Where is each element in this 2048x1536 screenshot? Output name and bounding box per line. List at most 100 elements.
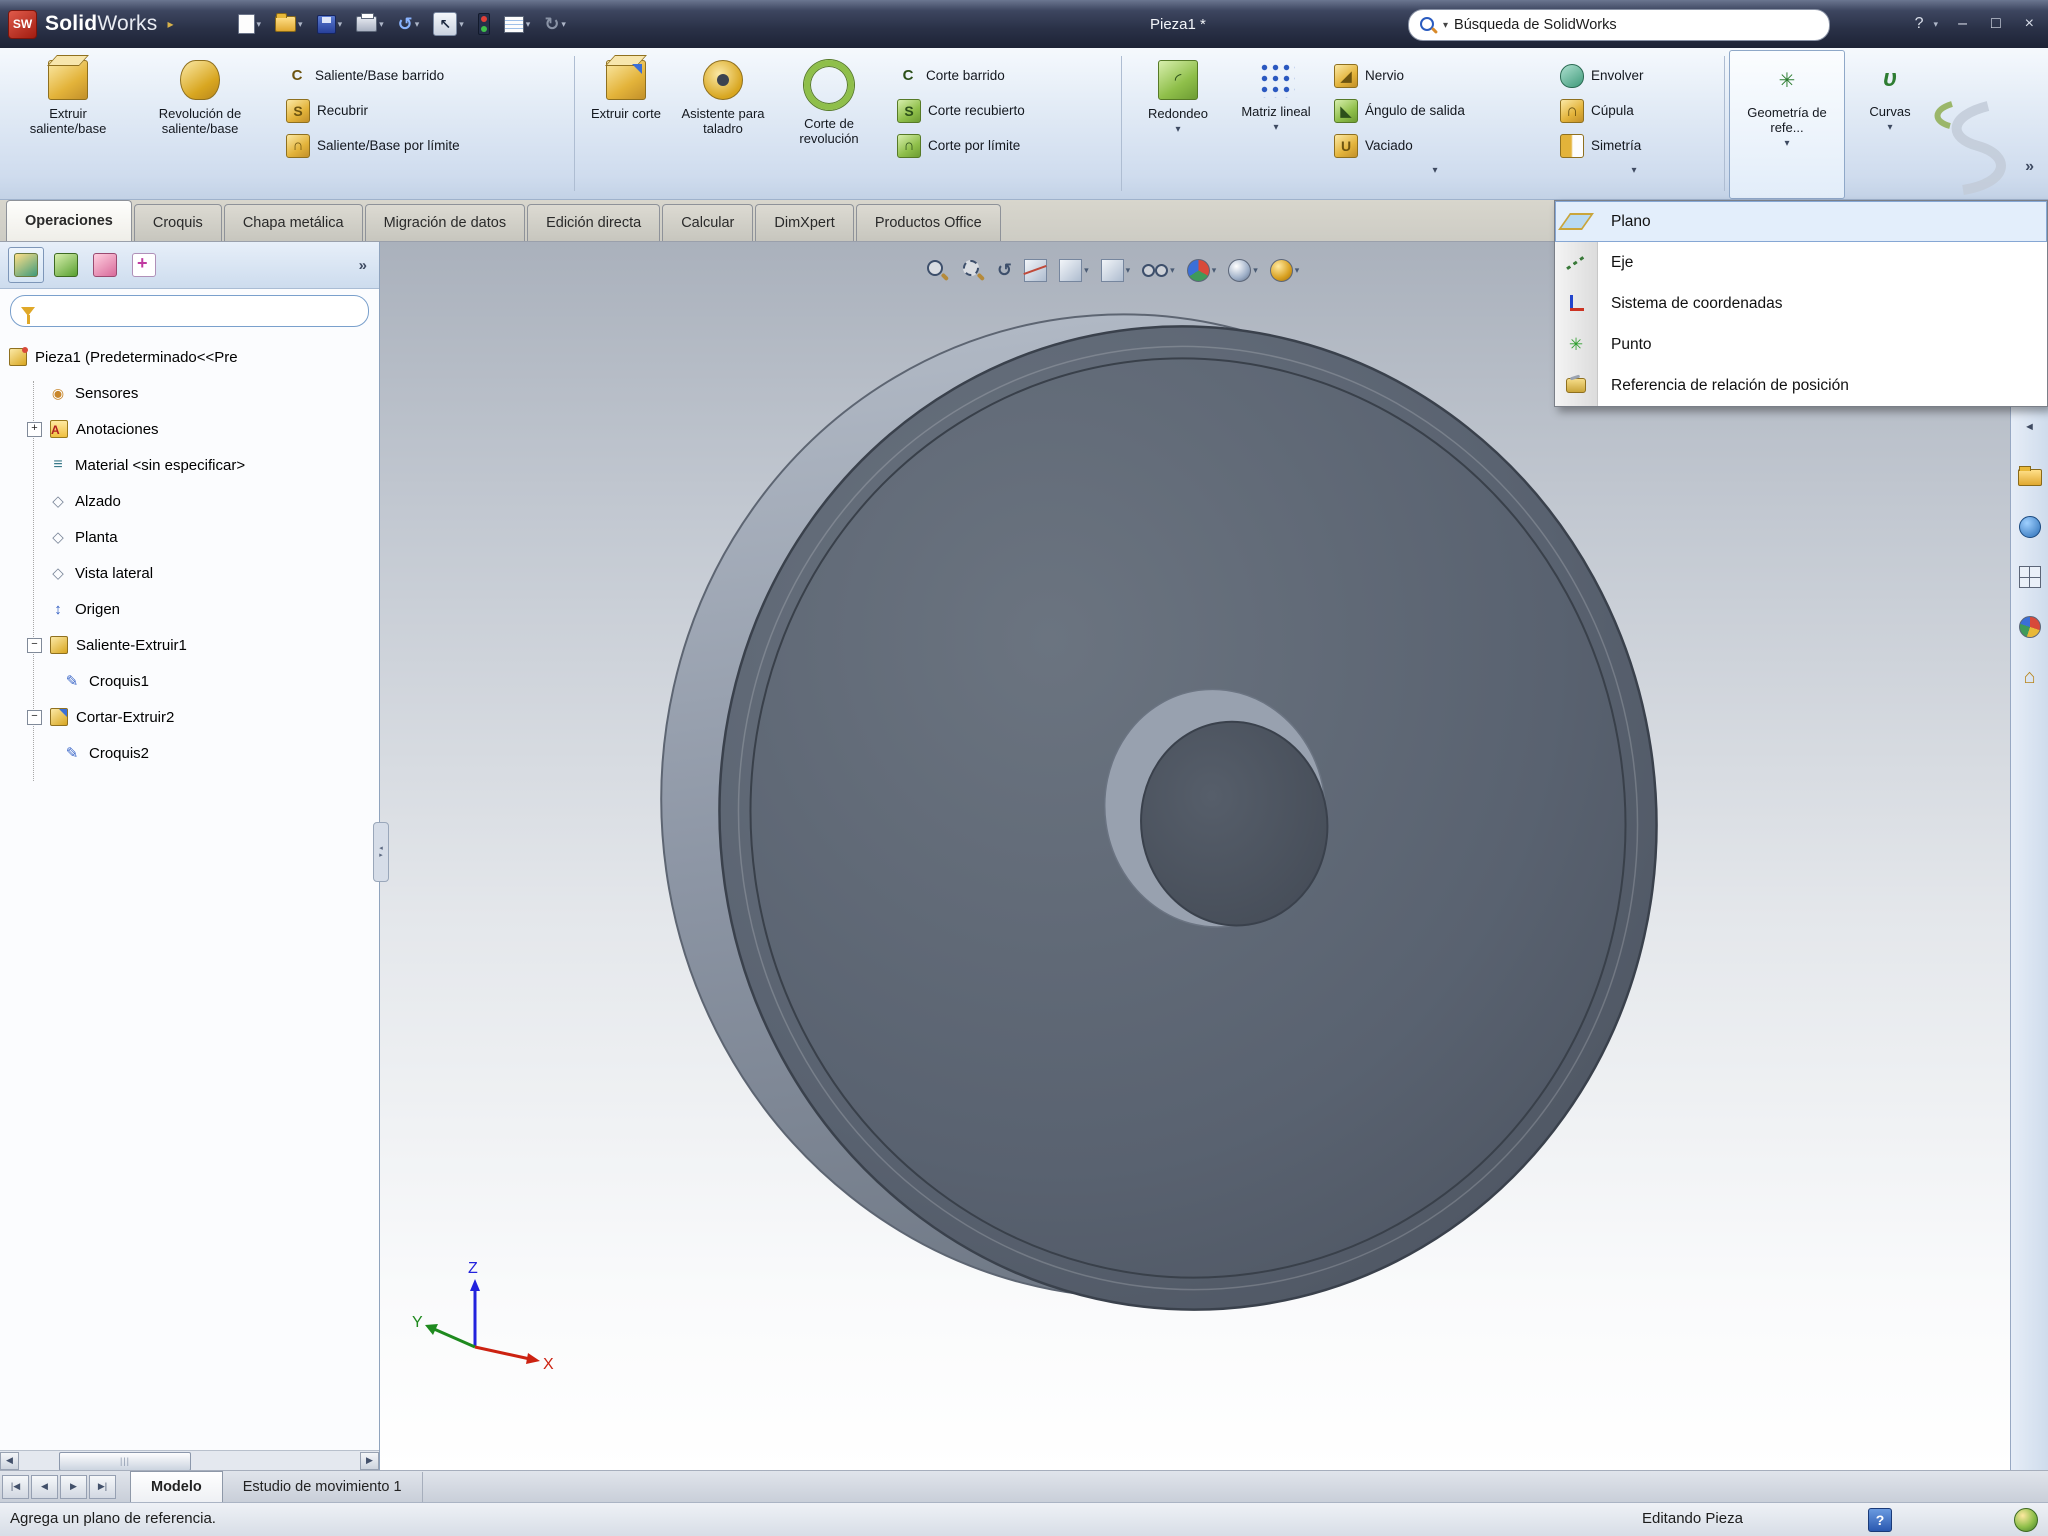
fillet-button[interactable]: Redondeo ▾ [1126, 48, 1230, 199]
mirror-button[interactable]: Simetría [1548, 128, 1641, 163]
design-library-button[interactable] [2015, 462, 2045, 492]
chevron-down-icon[interactable]: ▾ [1631, 165, 1636, 176]
boundary-boss-button[interactable]: Saliente/Base por límite [274, 128, 460, 163]
open-button[interactable]: ▾ [271, 13, 307, 35]
print-button[interactable]: ▾ [352, 13, 388, 35]
tree-item-part[interactable]: Pieza1 (Predeterminado<<Pre [0, 339, 379, 375]
tree-item-origen[interactable]: Origen [0, 591, 379, 627]
tab-operaciones[interactable]: Operaciones [6, 200, 132, 241]
chevron-down-icon[interactable]: ▾ [379, 19, 384, 30]
property-manager-tab-button[interactable] [49, 248, 83, 282]
tab-chapa-metalica[interactable]: Chapa metálica [224, 204, 363, 241]
task-pane-expand-button[interactable] [2015, 412, 2045, 442]
section-view-button[interactable] [1024, 259, 1047, 282]
restore-button[interactable]: □ [1987, 13, 2005, 35]
revolve-boss-button[interactable]: Revolución de saliente/base [126, 48, 274, 199]
menu-item-sistema-de-coordenadas[interactable]: Sistema de coordenadas [1555, 283, 2047, 324]
chevron-down-icon[interactable]: ▾ [338, 19, 343, 30]
hole-wizard-button[interactable]: Asistente para taladro [673, 48, 773, 199]
file-explorer-button[interactable] [2015, 512, 2045, 542]
previous-tab-button[interactable]: ◀ [31, 1475, 58, 1499]
scroll-right-button[interactable]: ▶ [360, 1452, 379, 1470]
chevron-down-icon[interactable]: ▾ [1887, 122, 1892, 133]
configuration-manager-tab-button[interactable] [88, 248, 122, 282]
panel-collapse-handle[interactable]: ◂▸ [373, 822, 389, 882]
tree-item-saliente-extruir1[interactable]: Saliente-Extruir1 [0, 627, 379, 663]
tab-migracion-de-datos[interactable]: Migración de datos [365, 204, 526, 241]
collapse-minus-icon[interactable] [27, 710, 42, 725]
menu-item-punto[interactable]: Punto [1555, 324, 2047, 365]
dimxpert-manager-tab-button[interactable] [127, 248, 161, 282]
tab-calcular[interactable]: Calcular [662, 204, 753, 241]
scrollbar-thumb[interactable]: ||| [59, 1452, 191, 1471]
zoom-area-button[interactable] [961, 258, 985, 282]
tree-item-planta[interactable]: Planta [0, 519, 379, 555]
chevron-down-icon[interactable]: ▾ [1212, 265, 1217, 276]
tree-item-alzado[interactable]: Alzado [0, 483, 379, 519]
apply-scene-button[interactable]: ▾ [1228, 259, 1258, 282]
ribbon-overflow-button[interactable]: » [2025, 158, 2034, 176]
save-button[interactable]: ▾ [313, 12, 347, 37]
first-tab-button[interactable]: |◀ [2, 1475, 29, 1499]
chevron-down-icon[interactable]: ▾ [1170, 265, 1175, 276]
properties-button[interactable]: ▾ [500, 13, 535, 36]
loft-cut-button[interactable]: Corte recubierto [885, 93, 1025, 128]
swept-boss-button[interactable]: Saliente/Base barrido [274, 58, 444, 93]
display-style-button[interactable]: ▾ [1101, 259, 1131, 282]
tree-item-sensores[interactable]: Sensores [0, 375, 379, 411]
previous-view-button[interactable]: ↺ [997, 260, 1012, 281]
hide-show-items-button[interactable]: ▾ [1142, 262, 1175, 278]
tab-croquis[interactable]: Croquis [134, 204, 222, 241]
view-orientation-button[interactable]: ▾ [1059, 259, 1089, 282]
custom-properties-button[interactable] [2015, 662, 2045, 692]
appearances-pane-button[interactable] [2015, 612, 2045, 642]
tree-horizontal-scrollbar[interactable]: ◀ ||| ▶ [0, 1450, 379, 1470]
graphics-viewport[interactable]: ↺ ▾ ▾ ▾ ▾ ▾ ▾ Z Y [380, 242, 2010, 1470]
draft-button[interactable]: Ángulo de salida [1322, 93, 1465, 128]
linear-pattern-button[interactable]: Matriz lineal ▾ [1230, 48, 1322, 199]
select-tool-button[interactable]: ▾ [429, 9, 468, 39]
close-button[interactable]: × [2021, 13, 2038, 35]
tab-modelo[interactable]: Modelo [130, 1471, 223, 1502]
swept-cut-button[interactable]: Corte barrido [885, 58, 1005, 93]
chevron-down-icon[interactable]: ▾ [1273, 122, 1278, 133]
help-button[interactable]: ? [1911, 13, 1928, 35]
tab-productos-office[interactable]: Productos Office [856, 204, 1001, 241]
scrollbar-track[interactable]: ||| [19, 1452, 360, 1470]
dome-button[interactable]: Cúpula [1548, 93, 1634, 128]
chevron-down-icon[interactable]: ▾ [1934, 19, 1939, 30]
redo-button[interactable]: ▾ [540, 11, 570, 38]
next-tab-button[interactable]: ▶ [60, 1475, 87, 1499]
menu-item-plano[interactable]: Plano [1555, 201, 2047, 242]
quick-tips-button[interactable]: ? [1868, 1508, 1892, 1532]
tab-edicion-directa[interactable]: Edición directa [527, 204, 660, 241]
feature-manager-tab-button[interactable] [8, 247, 44, 283]
tree-item-croquis2[interactable]: Croquis2 [0, 735, 379, 771]
chevron-down-icon[interactable]: ▾ [1443, 20, 1448, 31]
undo-button[interactable]: ▾ [394, 11, 424, 38]
collapse-minus-icon[interactable] [27, 638, 42, 653]
tree-item-croquis1[interactable]: Croquis1 [0, 663, 379, 699]
scroll-left-button[interactable]: ◀ [0, 1452, 19, 1470]
tree-filter-input[interactable] [10, 295, 369, 327]
menu-expand-arrow-icon[interactable]: ▸ [167, 17, 173, 31]
panel-overflow-button[interactable]: » [359, 257, 371, 274]
wrap-button[interactable]: Envolver [1548, 58, 1644, 93]
chevron-down-icon[interactable]: ▾ [1175, 124, 1180, 135]
chevron-down-icon[interactable]: ▾ [1784, 138, 1789, 149]
new-document-button[interactable]: ▾ [234, 11, 266, 37]
search-input[interactable]: Búsqueda de SolidWorks [1454, 17, 1617, 33]
options-button[interactable] [474, 10, 494, 38]
boundary-cut-button[interactable]: Corte por límite [885, 128, 1020, 163]
chevron-down-icon[interactable]: ▾ [459, 19, 464, 30]
view-palette-button[interactable] [2015, 562, 2045, 592]
tab-estudio-de-movimiento[interactable]: Estudio de movimiento 1 [223, 1472, 423, 1502]
zoom-fit-button[interactable] [925, 258, 949, 282]
reference-geometry-button[interactable]: Geometría de refe... ▾ [1729, 50, 1845, 199]
chevron-down-icon[interactable]: ▾ [298, 19, 303, 30]
tree-item-material[interactable]: Material <sin especificar> [0, 447, 379, 483]
chevron-down-icon[interactable]: ▾ [257, 19, 262, 30]
extrude-boss-button[interactable]: Extruir saliente/base [10, 48, 126, 199]
chevron-down-icon[interactable]: ▾ [526, 19, 531, 30]
edit-appearance-button[interactable]: ▾ [1187, 259, 1217, 282]
